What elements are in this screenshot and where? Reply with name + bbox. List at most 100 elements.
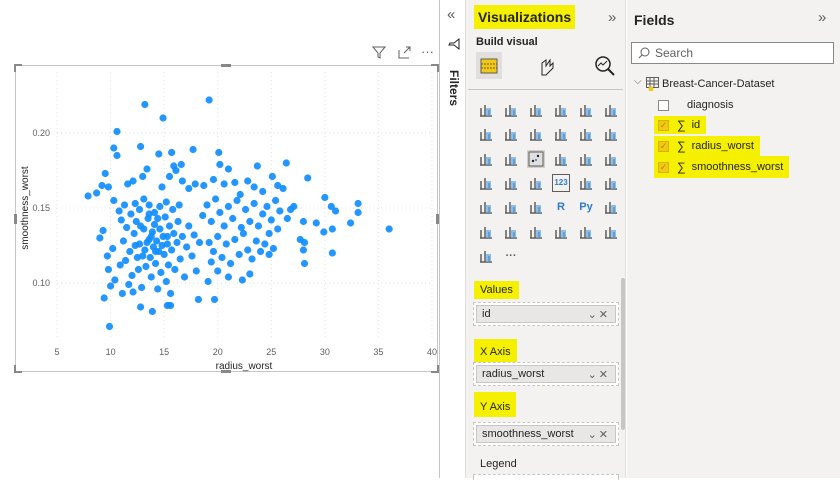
data-point — [134, 265, 143, 274]
data-point — [131, 199, 139, 208]
y-tick-label: 0.10 — [32, 278, 50, 288]
line-clustered-column-icon[interactable] — [577, 125, 595, 143]
data-point — [96, 234, 104, 242]
pie-icon[interactable] — [552, 150, 570, 168]
field-radius-worst[interactable]: ✓ ∑ radius_worst — [654, 136, 760, 156]
expand-visualizations-icon[interactable]: » — [608, 9, 616, 26]
filled-map-icon[interactable] — [502, 174, 520, 192]
stacked-bar-icon[interactable] — [477, 101, 495, 119]
r-visual-icon[interactable]: R — [552, 198, 570, 216]
x-axis-field-pill[interactable]: radius_worst ⌄✕ — [476, 365, 616, 383]
build-visual-tab[interactable] — [476, 52, 502, 79]
data-point — [126, 247, 134, 256]
dataset-name[interactable]: Breast-Cancer-Dataset — [662, 78, 775, 90]
smart-narrative-icon[interactable] — [527, 223, 545, 241]
checkbox[interactable]: ✓ — [658, 140, 669, 152]
data-point — [148, 307, 156, 316]
stacked-area-icon[interactable] — [527, 125, 545, 143]
legend-well[interactable] — [473, 474, 619, 480]
scrollbar[interactable] — [621, 278, 625, 430]
y-axis-title: smoothness_worst — [20, 166, 31, 250]
waterfall-icon[interactable] — [477, 150, 495, 168]
expand-fields-icon[interactable]: » — [818, 9, 826, 26]
data-point — [279, 184, 287, 193]
card-icon[interactable]: 123 — [552, 173, 570, 192]
line-column-icon[interactable] — [552, 125, 570, 143]
chevron-down-icon[interactable]: ⌄✕ — [588, 368, 610, 381]
ribbon-icon[interactable] — [602, 125, 620, 143]
clustered-bar-icon[interactable] — [527, 101, 545, 119]
fields-well-icon — [480, 58, 498, 73]
chevron-down-icon[interactable]: ⌄✕ — [588, 428, 610, 441]
clustered-column-icon[interactable] — [552, 101, 570, 119]
data-point — [104, 183, 113, 191]
data-point — [139, 252, 147, 260]
sigma-icon: ∑ — [677, 118, 686, 132]
filters-pane-collapsed[interactable]: « Filters — [441, 0, 466, 478]
data-point — [236, 190, 244, 199]
data-point — [241, 205, 250, 214]
map-icon[interactable] — [477, 174, 495, 192]
analytics-icon[interactable] — [594, 55, 616, 82]
kpi-icon[interactable] — [602, 174, 620, 192]
report-canvas: ··· 5 10 15 20 25 30 35 40 0.10 0.15 0.20 radius_wo… — [0, 0, 440, 478]
table-icon[interactable] — [502, 198, 520, 216]
data-point — [143, 165, 151, 173]
build-visual-label: Build visual — [476, 36, 538, 48]
decomposition-tree-icon[interactable] — [477, 223, 495, 241]
donut-icon[interactable] — [577, 150, 595, 168]
funnel-icon[interactable] — [502, 150, 520, 168]
data-point — [346, 219, 355, 227]
100-stacked-column-icon[interactable] — [602, 101, 620, 119]
area-icon[interactable] — [502, 125, 520, 143]
paginated-report-icon[interactable] — [552, 223, 570, 241]
y-axis-field-pill[interactable]: smoothness_worst ⌄✕ — [476, 425, 616, 443]
power-automate-icon[interactable] — [602, 223, 620, 241]
python-visual-icon[interactable]: Py — [577, 198, 595, 216]
field-id[interactable]: ✓ ∑ id — [654, 116, 707, 134]
format-visual-icon[interactable] — [538, 55, 558, 82]
slicer-icon[interactable] — [477, 198, 495, 216]
matrix-icon[interactable] — [527, 198, 545, 216]
data-point — [265, 229, 273, 238]
qa-icon[interactable] — [502, 223, 520, 241]
power-apps-icon[interactable] — [577, 223, 595, 241]
line-icon[interactable] — [477, 125, 495, 143]
fields-search-input[interactable]: Search — [631, 42, 834, 64]
100-stacked-bar-icon[interactable] — [577, 101, 595, 119]
field-smoothness-worst[interactable]: ✓ ∑ smoothness_worst — [654, 156, 790, 178]
data-point — [231, 178, 239, 187]
filters-label[interactable]: Filters — [447, 70, 461, 106]
collapse-filters-icon[interactable]: « — [447, 6, 455, 23]
field-diagnosis[interactable]: diagnosis — [658, 96, 733, 114]
multi-row-card-icon[interactable] — [577, 174, 595, 192]
checkbox[interactable]: ✓ — [658, 161, 669, 173]
data-point — [220, 180, 228, 188]
chevron-down-icon[interactable]: ⌄✕ — [588, 308, 610, 321]
data-point — [207, 258, 215, 266]
data-point — [164, 261, 173, 269]
data-point — [224, 202, 233, 211]
gauge-icon[interactable] — [527, 174, 545, 192]
key-influencers-icon[interactable] — [602, 198, 620, 216]
field-name: radius_worst — [691, 140, 754, 152]
more-icon[interactable]: ··· — [502, 247, 520, 265]
data-point — [117, 216, 125, 224]
data-point — [328, 225, 336, 233]
treemap-icon[interactable] — [602, 150, 620, 168]
more-visuals-icon[interactable] — [477, 247, 495, 265]
data-point — [136, 222, 145, 230]
data-point — [299, 246, 308, 254]
y-tick-label: 0.15 — [32, 203, 50, 213]
data-point — [129, 177, 137, 185]
data-point — [276, 207, 284, 215]
chevron-down-icon[interactable]: ⌵ — [634, 76, 642, 87]
checkbox[interactable]: ✓ — [658, 119, 669, 131]
y-tick-label: 0.20 — [32, 128, 50, 138]
data-point — [175, 201, 183, 209]
values-field-pill[interactable]: id ⌄✕ — [476, 305, 616, 323]
checkbox[interactable] — [658, 99, 669, 111]
data-point — [246, 217, 254, 226]
scatter-icon[interactable] — [527, 149, 545, 168]
stacked-column-icon[interactable] — [502, 101, 520, 119]
